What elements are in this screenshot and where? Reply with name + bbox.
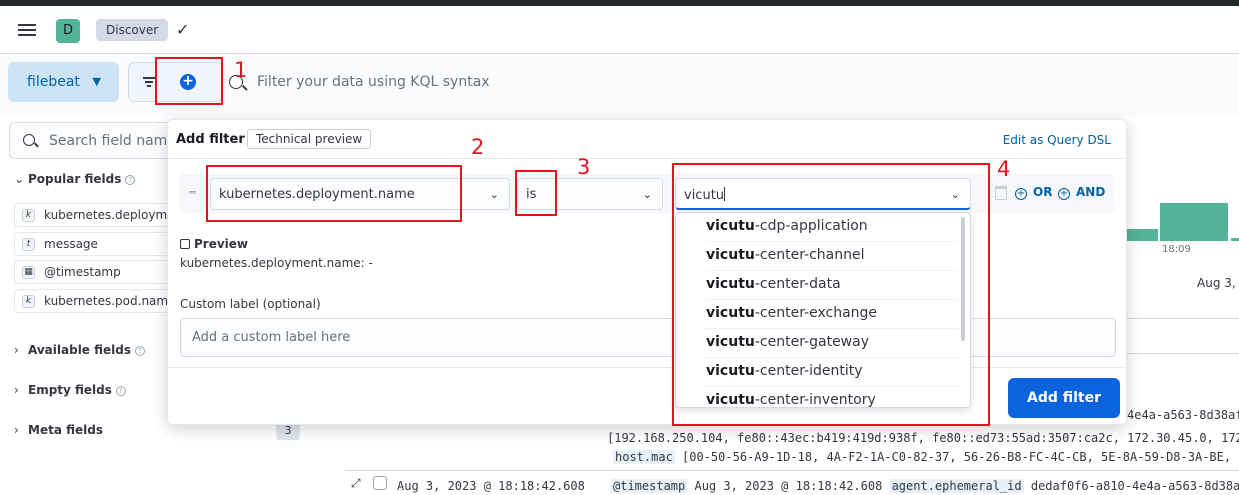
or-button[interactable]: + OR (1015, 185, 1052, 200)
keyword-type-icon: k (22, 295, 35, 308)
annotation-number: 4 (997, 157, 1011, 181)
field-key: agent.ephemeral_id (889, 479, 1024, 493)
space-avatar[interactable]: D (56, 19, 80, 43)
available-fields-toggle[interactable]: › Available fields? (14, 343, 146, 361)
field-value: [00-50-56-A9-1D-18, 4A-F2-1A-C0-82-37, 5… (682, 450, 1239, 464)
chevron-down-icon: ⌄ (14, 172, 25, 186)
field-search-placeholder: Search field names (49, 133, 184, 149)
popover-title: Add filter (176, 132, 245, 147)
calendar-icon: ▦ (22, 266, 35, 279)
date-label: Aug 3, (1197, 276, 1236, 290)
meta-fields-toggle[interactable]: › Meta fields (14, 423, 103, 441)
empty-fields-title: Empty fields (28, 383, 112, 397)
annotation-box-2 (206, 165, 462, 222)
annotation-box-3 (515, 170, 557, 216)
help-icon: ? (125, 174, 136, 185)
custom-label-placeholder: Add a custom label here (192, 330, 351, 345)
data-view-selector[interactable]: filebeat ▼ (8, 62, 119, 102)
meta-fields-title: Meta fields (28, 423, 103, 437)
chevron-right-icon: › (14, 423, 19, 437)
preview-value: kubernetes.deployment.name: - (180, 256, 373, 270)
histogram-bar[interactable] (1127, 229, 1158, 241)
and-button[interactable]: + AND (1058, 185, 1105, 200)
row-fragment: 4e4a-a563-8d38af (1127, 408, 1239, 422)
preview-icon (180, 239, 190, 249)
annotation-number: 3 (577, 155, 591, 179)
table-row[interactable]: ⤢ Aug 3, 2023 @ 18:18:42.608 @timestamp … (345, 470, 1239, 495)
expand-icon[interactable]: ⤢ (351, 476, 361, 491)
chevron-down-icon: ⌄ (642, 188, 652, 201)
row-timestamp: Aug 3, 2023 @ 18:18:42.608 (397, 479, 585, 493)
divider (168, 158, 1126, 159)
field-item[interactable]: k kubernetes.deployment.name (14, 203, 174, 227)
filter-menu-icon[interactable] (143, 75, 155, 87)
field-item[interactable]: k kubernetes.pod.name (14, 289, 174, 313)
field-item[interactable]: t message (14, 232, 174, 256)
popular-fields-toggle[interactable]: ⌄ Popular fields? (14, 172, 136, 190)
or-label: OR (1033, 185, 1053, 199)
field-key: host.mac (613, 450, 675, 464)
preview-heading: Preview (180, 237, 248, 251)
edit-query-dsl-link[interactable]: Edit as Query DSL (1003, 133, 1111, 147)
histogram-bar[interactable] (1231, 238, 1239, 241)
plus-circle-icon: + (1015, 188, 1027, 200)
row-checkbox[interactable] (373, 476, 387, 490)
empty-fields-toggle[interactable]: › Empty fields? (14, 383, 126, 401)
doc-row: host.mac [00-50-56-A9-1D-18, 4A-F2-1A-C0… (613, 450, 1239, 464)
custom-label-title: Custom label (optional) (180, 297, 321, 311)
preview-title: Preview (194, 237, 249, 251)
chart-tick-label: 18:09 (1162, 244, 1191, 255)
field-key: @timestamp (611, 479, 688, 493)
menu-icon[interactable] (18, 22, 38, 38)
breadcrumb[interactable]: Discover (96, 19, 169, 41)
field-name: kubernetes.deployment.name (44, 208, 174, 222)
text-type-icon: t (22, 238, 35, 251)
field-value: Aug 3, 2023 @ 18:18:42.608 (694, 479, 883, 493)
help-icon: ? (135, 345, 146, 356)
check-icon: ✓ (176, 20, 190, 39)
doc-field-value: [192.168.250.104, fe80::43ec:b419:419d:9… (607, 431, 1239, 445)
app-header: D Discover ✓ (0, 6, 1239, 54)
annotation-number: 1 (234, 58, 248, 82)
row-summary: @timestamp Aug 3, 2023 @ 18:18:42.608 ag… (611, 479, 1239, 493)
keyword-type-icon: k (22, 209, 35, 222)
technical-preview-badge: Technical preview (247, 129, 372, 149)
histogram-bar[interactable] (1160, 203, 1228, 241)
data-view-label: filebeat (27, 74, 80, 90)
add-filter-button[interactable]: Add filter (1008, 378, 1120, 418)
field-search-input[interactable]: Search field names (9, 122, 183, 159)
chevron-right-icon: › (14, 383, 19, 397)
field-item[interactable]: ▦ @timestamp (14, 260, 174, 284)
plus-circle-icon: + (1058, 188, 1070, 200)
available-fields-title: Available fields (28, 343, 132, 357)
chevron-down-icon: ▼ (92, 75, 101, 88)
kql-input[interactable]: Filter your data using KQL syntax (257, 74, 490, 90)
chevron-down-icon: ⌄ (489, 188, 499, 201)
annotation-number: 2 (471, 135, 485, 159)
field-name: message (44, 237, 98, 251)
annotation-box-4 (672, 163, 990, 426)
field-name: @timestamp (44, 265, 121, 279)
help-icon: ? (115, 385, 126, 396)
annotation-box-1 (155, 57, 223, 105)
search-icon (23, 134, 35, 146)
chevron-right-icon: › (14, 343, 19, 357)
field-value: dedaf0f6-a810-4e4a-a563-8d38af (1030, 479, 1239, 493)
drag-handle-icon[interactable]: ═ (189, 186, 197, 199)
trash-icon[interactable] (995, 186, 1007, 200)
and-label: AND (1076, 185, 1106, 199)
field-name: kubernetes.pod.name (44, 294, 174, 308)
popular-fields-title: Popular fields (28, 172, 122, 186)
